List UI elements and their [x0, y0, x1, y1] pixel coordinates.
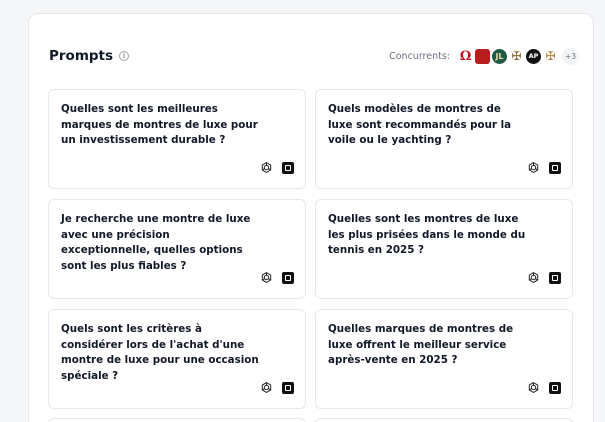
prompt-text: Quels modèles de montres de luxe sont re…	[328, 103, 512, 146]
card-model-icons	[527, 161, 561, 174]
chatgpt-icon	[261, 162, 272, 173]
chatgpt-icon	[261, 382, 272, 393]
card-model-icons	[527, 271, 561, 284]
prompt-card[interactable]: Je recherche une montre de luxe avec une…	[48, 199, 306, 299]
patek-philippe-logo-icon[interactable]: ✠	[543, 48, 558, 64]
card-model-icons	[527, 381, 561, 394]
perplexity-icon	[282, 381, 294, 394]
chatgpt-icon	[528, 162, 539, 173]
perplexity-icon	[282, 161, 294, 174]
prompt-text: Quelles sont les montres de luxe les plu…	[328, 213, 526, 256]
perplexity-icon	[549, 271, 561, 284]
prompt-card[interactable]: Quels modèles de montres de luxe sont re…	[315, 89, 573, 189]
prompt-text: Quelles marques de montres de luxe offre…	[328, 323, 514, 366]
competitors-bar: Concurrents: Ω JL ✠ AP ✠ +3	[389, 47, 579, 65]
panel-header: Prompts i Concurrents: Ω JL ✠ AP ✠ +3	[49, 44, 579, 68]
audemars-piguet-logo-icon[interactable]: AP	[526, 48, 541, 64]
info-icon[interactable]: i	[119, 51, 130, 61]
page-title: Prompts	[49, 48, 114, 64]
omega-logo-icon[interactable]: Ω	[458, 48, 473, 64]
perplexity-icon	[549, 381, 561, 394]
prompt-card[interactable]: Quels sont les critères à considérer lor…	[48, 309, 306, 409]
prompt-card[interactable]: Quelles sont les meilleures marques de m…	[48, 89, 306, 189]
prompt-card[interactable]: Quelles marques de montres de luxe offre…	[315, 309, 573, 409]
chatgpt-icon	[528, 272, 539, 283]
card-model-icons	[260, 271, 294, 284]
title-wrap: Prompts i	[49, 48, 130, 64]
perplexity-icon	[549, 161, 561, 174]
vacheron-constantin-logo-icon[interactable]: ✠	[509, 48, 524, 64]
perplexity-icon	[282, 271, 294, 284]
chatgpt-icon	[261, 272, 272, 283]
chatgpt-icon	[528, 382, 539, 393]
card-model-icons	[260, 381, 294, 394]
prompt-text: Je recherche une montre de luxe avec une…	[61, 213, 251, 272]
prompt-text: Quelles sont les meilleures marques de m…	[61, 103, 258, 146]
prompt-card[interactable]	[48, 418, 306, 422]
card-model-icons	[260, 161, 294, 174]
more-competitors-badge[interactable]: +3	[562, 47, 579, 65]
competitors-label: Concurrents:	[389, 50, 450, 62]
jaeger-lecoultre-logo-icon[interactable]: JL	[492, 48, 507, 64]
prompt-card[interactable]	[315, 418, 573, 422]
prompt-text: Quels sont les critères à considérer lor…	[61, 323, 259, 382]
cartier-logo-icon[interactable]	[475, 48, 490, 64]
prompt-card[interactable]: Quelles sont les montres de luxe les plu…	[315, 199, 573, 299]
